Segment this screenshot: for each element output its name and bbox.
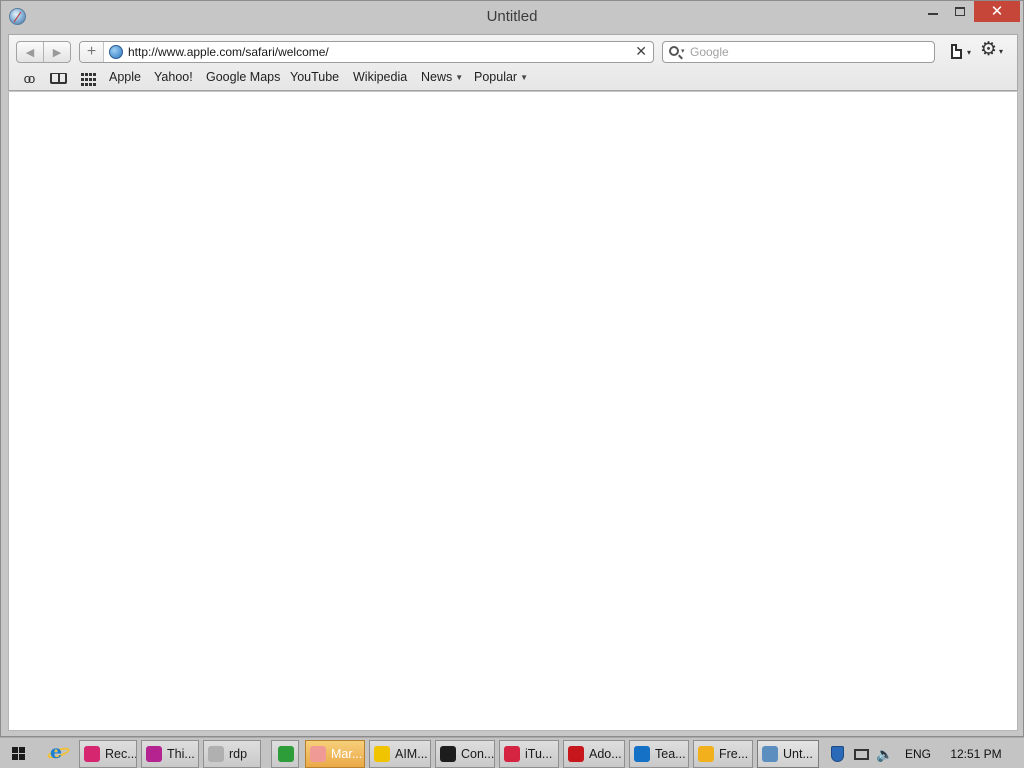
- shield-icon: [830, 746, 844, 762]
- book-icon: [50, 73, 67, 84]
- search-placeholder: Google: [690, 45, 729, 59]
- taskbar-button-label: Con...: [461, 747, 495, 761]
- taskbar-button-label: iTu...: [525, 747, 553, 761]
- forward-arrow-icon: ▶: [52, 46, 62, 59]
- bookmark-folder-label: News: [421, 70, 453, 84]
- bookmark-folder-label: Popular: [474, 70, 518, 84]
- minimize-icon: [928, 12, 938, 15]
- taskbar-button-recorder[interactable]: Rec...: [79, 740, 137, 768]
- title-bar[interactable]: Untitled ✕: [1, 1, 1023, 33]
- stop-loading-button[interactable]: ✕: [635, 43, 647, 60]
- page-icon: [951, 44, 962, 59]
- freemake-icon: [698, 746, 714, 762]
- taskbar-button-label: Rec...: [105, 747, 137, 761]
- bookmark-wikipedia[interactable]: Wikipedia: [353, 70, 407, 84]
- aim-icon: [374, 746, 390, 762]
- bookmark-folder-popular[interactable]: Popular ▼: [474, 70, 528, 84]
- taskbar-button-freemake[interactable]: Fre...: [693, 740, 753, 768]
- navigation-buttons: ◀ ▶: [16, 41, 71, 63]
- internet-explorer-icon: e: [50, 741, 63, 763]
- adobe-reader-icon: [568, 746, 584, 762]
- taskbar: e Rec... Thi... rdp Mar... AIM... Con... iTu..…: [0, 737, 1024, 768]
- tray-security-icon[interactable]: [826, 743, 848, 765]
- top-sites-grid-icon[interactable]: [80, 72, 96, 87]
- url-field[interactable]: http://www.apple.com/safari/welcome/: [128, 45, 329, 59]
- speaker-icon: 🔈: [876, 745, 894, 762]
- bookmark-apple[interactable]: Apple: [109, 70, 141, 84]
- internet-explorer-pinned[interactable]: e: [44, 742, 74, 766]
- language-label: ENG: [904, 747, 931, 761]
- recorder-icon: [84, 746, 100, 762]
- taskbar-button-rdp[interactable]: rdp: [203, 740, 261, 768]
- minimize-button[interactable]: [919, 1, 947, 22]
- browser-toolbar: ◀ ▶ + http://www.apple.com/safari/welcom…: [8, 34, 1018, 91]
- marker-icon: [310, 746, 326, 762]
- search-field[interactable]: ▾ Google: [662, 41, 935, 63]
- thinkfree-icon: [146, 746, 162, 762]
- reading-list-icon[interactable]: oo: [17, 71, 39, 86]
- chevron-down-icon: ▾: [999, 47, 1004, 56]
- dropdown-arrow-icon: ▼: [520, 73, 529, 82]
- page-menu-button[interactable]: ▾: [950, 43, 974, 63]
- dropdown-arrow-icon: ▼: [455, 73, 464, 82]
- globe-icon: [109, 45, 123, 59]
- page-content[interactable]: [8, 92, 1018, 731]
- address-bar[interactable]: + http://www.apple.com/safari/welcome/ ✕: [79, 41, 654, 63]
- search-menu-caret-icon: ▾: [681, 48, 685, 55]
- start-button[interactable]: [7, 743, 29, 765]
- system-clock[interactable]: 12:51 PM: [944, 743, 1008, 765]
- windows-logo-icon: [12, 747, 25, 760]
- gear-icon: ⚙: [980, 39, 998, 60]
- settings-menu-button[interactable]: ⚙ ▾: [979, 39, 1007, 62]
- taskbar-button-teamviewer[interactable]: Tea...: [629, 740, 689, 768]
- bookmark-folder-news[interactable]: News ▼: [421, 70, 463, 84]
- safari-icon: [762, 746, 778, 762]
- search-icon[interactable]: [669, 46, 679, 56]
- teamviewer-icon: [634, 746, 650, 762]
- plus-icon: +: [86, 43, 97, 60]
- bookmark-youtube[interactable]: YouTube: [290, 70, 339, 84]
- taskbar-button-label: Unt...: [783, 747, 813, 761]
- show-bookmarks-button[interactable]: [49, 71, 68, 86]
- excel-icon: [278, 746, 294, 762]
- window-title: Untitled: [486, 8, 538, 25]
- console-icon: [440, 746, 456, 762]
- taskbar-button-itunes[interactable]: iTu...: [499, 740, 559, 768]
- taskbar-button-label: AIM...: [395, 747, 428, 761]
- maximize-button[interactable]: [947, 1, 973, 22]
- taskbar-button-label: Fre...: [719, 747, 749, 761]
- add-bookmark-button[interactable]: +: [80, 42, 104, 62]
- close-button[interactable]: ✕: [974, 1, 1020, 22]
- taskbar-button-label: rdp: [229, 747, 248, 761]
- rdp-icon: [208, 746, 224, 762]
- tray-volume-icon[interactable]: 🔈: [874, 743, 896, 765]
- taskbar-button-adobe-reader[interactable]: Ado...: [563, 740, 625, 768]
- close-icon: ✕: [635, 43, 647, 59]
- network-icon: [853, 748, 869, 760]
- bookmark-yahoo[interactable]: Yahoo!: [154, 70, 193, 84]
- chevron-down-icon: ▾: [967, 48, 972, 57]
- taskbar-button-marker[interactable]: Mar...: [305, 740, 365, 768]
- tray-network-icon[interactable]: [850, 743, 872, 765]
- input-language-indicator[interactable]: ENG: [900, 743, 936, 765]
- clock-time: 12:51 PM: [950, 747, 1002, 761]
- taskbar-button-console[interactable]: Con...: [435, 740, 495, 768]
- taskbar-button-label: Mar...: [331, 747, 363, 761]
- back-button[interactable]: ◀: [17, 42, 43, 62]
- close-icon: ✕: [990, 3, 1004, 20]
- maximize-icon: [955, 7, 965, 16]
- safari-window: Untitled ✕ ◀ ▶ + http://www.apple.com/sa…: [0, 0, 1024, 737]
- taskbar-button-aim[interactable]: AIM...: [369, 740, 431, 768]
- bookmarks-bar: oo Apple Yahoo! Google Maps YouTube Wiki…: [9, 69, 1017, 89]
- itunes-icon: [504, 746, 520, 762]
- taskbar-button-excel[interactable]: [271, 740, 299, 768]
- bookmark-google-maps[interactable]: Google Maps: [206, 70, 280, 84]
- back-arrow-icon: ◀: [25, 46, 35, 59]
- taskbar-button-label: Thi...: [167, 747, 195, 761]
- taskbar-button-label: Ado...: [589, 747, 622, 761]
- taskbar-button-thinkfree[interactable]: Thi...: [141, 740, 199, 768]
- forward-button[interactable]: ▶: [43, 42, 70, 62]
- taskbar-button-safari[interactable]: Unt...: [757, 740, 819, 768]
- taskbar-button-label: Tea...: [655, 747, 686, 761]
